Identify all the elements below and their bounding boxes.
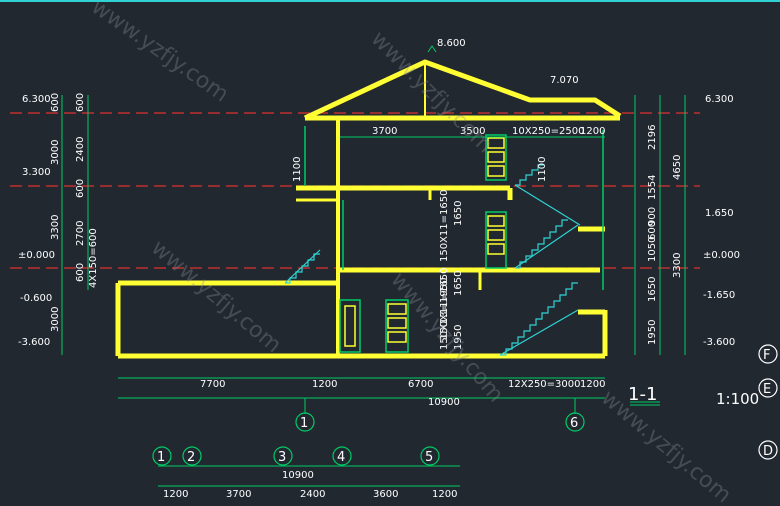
svg-text:600: 600	[647, 221, 658, 240]
dimension-lines	[61, 95, 686, 487]
axis-6-label: 6	[570, 416, 578, 431]
svg-text:-3.600: -3.600	[18, 337, 50, 348]
plan-dimensions: 10900 1200 3700 2400 3600 1200	[163, 470, 457, 500]
svg-text:2400: 2400	[75, 137, 86, 162]
cad-drawing-canvas: 8.600 7.070 6.300 3.300 ±0.000 -0.600 -3…	[0, 0, 780, 506]
svg-text:±0.000: ±0.000	[18, 250, 55, 261]
svg-text:1650: 1650	[453, 201, 464, 226]
svg-text:6.300: 6.300	[22, 94, 51, 105]
plan-axis-3: 3	[278, 450, 286, 465]
svg-text:1200: 1200	[163, 489, 188, 500]
svg-text:600: 600	[75, 179, 86, 198]
svg-text:6700: 6700	[408, 379, 433, 390]
svg-text:1650: 1650	[453, 271, 464, 296]
building-section	[115, 118, 608, 359]
svg-text:10X250=2500: 10X250=2500	[512, 126, 585, 137]
svg-text:3300: 3300	[50, 215, 61, 240]
axis-f-label: F	[763, 348, 770, 363]
ridge-elevation: 8.600	[427, 38, 466, 53]
svg-text:600: 600	[75, 263, 86, 282]
axis-1-label: 1	[300, 416, 308, 431]
svg-text:3700: 3700	[226, 489, 251, 500]
svg-text:2196: 2196	[647, 125, 658, 150]
svg-text:8.600: 8.600	[437, 38, 466, 49]
svg-text:7.070: 7.070	[550, 75, 579, 86]
plan-axis-4: 4	[337, 450, 345, 465]
svg-text:1200: 1200	[580, 379, 605, 390]
svg-text:1554: 1554	[647, 175, 658, 200]
left-dimensions: 600 2400 600 2700 600 4X150=600 600 3000…	[50, 93, 99, 332]
svg-text:2700: 2700	[75, 221, 86, 246]
svg-text:1100: 1100	[537, 157, 548, 182]
svg-text:600: 600	[50, 93, 61, 112]
svg-text:1200: 1200	[432, 489, 457, 500]
svg-text:-1.650: -1.650	[703, 290, 735, 301]
plan-axis-1: 1	[157, 450, 165, 465]
svg-text:1650: 1650	[647, 277, 658, 302]
svg-text:3300: 3300	[672, 253, 683, 278]
svg-text:3.300: 3.300	[22, 167, 51, 178]
svg-text:10900: 10900	[282, 470, 314, 481]
svg-text:150X11=1650: 150X11=1650	[439, 190, 450, 263]
section-axis-labels	[295, 412, 585, 432]
axis-e-label: E	[763, 382, 771, 397]
svg-text:3600: 3600	[373, 489, 398, 500]
plan-axis-2: 2	[187, 450, 195, 465]
svg-text:600: 600	[75, 93, 86, 112]
svg-text:1950: 1950	[647, 320, 658, 345]
right-elevations: 6.300 1.650 ±0.000 -1.650 -3.600	[703, 94, 740, 348]
plan-axis-circles	[152, 446, 440, 466]
svg-text:3000: 3000	[50, 140, 61, 165]
svg-text:4650: 4650	[672, 155, 683, 180]
svg-text:1200: 1200	[312, 379, 337, 390]
svg-text:±0.000: ±0.000	[703, 250, 740, 261]
svg-text:2400: 2400	[300, 489, 325, 500]
svg-text:-3.600: -3.600	[703, 337, 735, 348]
svg-text:-0.600: -0.600	[20, 293, 52, 304]
svg-text:1:100: 1:100	[716, 390, 759, 408]
svg-text:1200: 1200	[580, 126, 605, 137]
svg-text:1.650: 1.650	[705, 208, 734, 219]
svg-text:6.300: 6.300	[705, 94, 734, 105]
svg-text:4X150=600: 4X150=600	[88, 228, 99, 288]
watermarks: www.yzfjy.com www.yzfjy.com www.yzfjy.co…	[87, 0, 736, 506]
plan-axis-5: 5	[425, 450, 433, 465]
drawing-title: 1-1 1:100	[628, 384, 759, 408]
right-dimensions: 2196 1554 900 1050 600 1650 1950 4650 33…	[647, 125, 683, 345]
svg-text:12X250=3000: 12X250=3000	[508, 379, 581, 390]
bottom-dimensions: 7700 1200 6700 12X250=3000 1200 10900	[200, 379, 605, 408]
svg-text:www.yzfjy.com: www.yzfjy.com	[87, 0, 233, 107]
svg-text:3000: 3000	[50, 307, 61, 332]
svg-text:1100: 1100	[292, 157, 303, 182]
svg-text:www.yzfjy.com: www.yzfjy.com	[596, 385, 736, 506]
svg-text:3700: 3700	[372, 126, 397, 137]
axis-d-label: D	[763, 444, 773, 459]
svg-text:10900: 10900	[428, 397, 460, 408]
svg-text:www.yzfjy.com: www.yzfjy.com	[146, 235, 286, 358]
svg-text:7700: 7700	[200, 379, 225, 390]
eave-elevation: 7.070	[550, 75, 579, 86]
